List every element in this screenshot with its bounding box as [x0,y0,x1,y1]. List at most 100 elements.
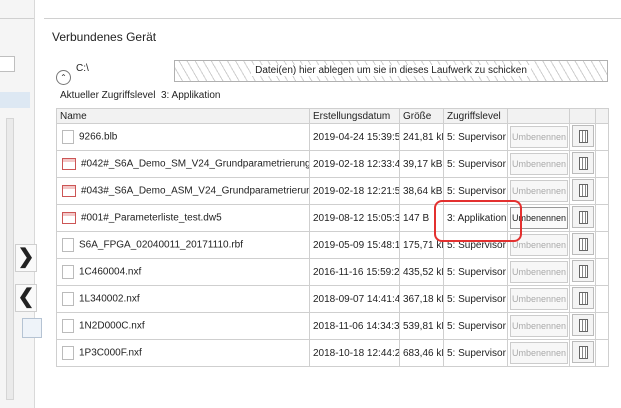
trash-icon[interactable] [572,313,594,336]
row-spacer [595,150,609,178]
left-panel-scrollbar[interactable] [6,118,14,400]
dw5-file-icon [62,185,76,197]
table-row[interactable]: S6A_FPGA_02040011_20171110.rbf 2019-05-09… [56,231,609,259]
column-header-date[interactable]: Erstellungsdatum [309,108,400,124]
file-name-cell[interactable]: 1L340002.nxf [56,285,310,313]
table-row[interactable]: #001#_Parameterliste_test.dw5 2019-08-12 … [56,204,609,232]
column-header-rename [507,108,570,124]
trash-icon[interactable] [572,286,594,309]
delete-cell [569,339,596,367]
file-icon [62,319,74,333]
divider [44,18,621,19]
column-header-size[interactable]: Größe [399,108,444,124]
rename-cell: Umbenennen [507,312,570,340]
created-date: 2019-08-12 15:05:34 [309,204,400,232]
section-title: Verbundenes Gerät [52,30,157,44]
rename-button: Umbenennen [510,126,568,148]
row-spacer [595,204,609,232]
created-date: 2019-05-09 15:48:10 [309,231,400,259]
row-spacer [595,339,609,367]
file-drop-zone[interactable]: Datei(en) hier ablegen um sie in dieses … [174,60,608,82]
table-row[interactable]: 1P3C000F.nxf 2018-10-18 12:44:20683,46 kB… [56,339,609,367]
file-name-cell[interactable]: 1C460004.nxf [56,258,310,286]
created-date: 2019-04-24 15:39:52 [309,123,400,151]
table-row[interactable]: #043#_S6A_Demo_ASM_V24_Grundparametrieru… [56,177,609,205]
file-size: 39,17 kB [399,150,444,178]
file-name-cell[interactable]: #001#_Parameterliste_test.dw5 [56,204,310,232]
file-name-cell[interactable]: S6A_FPGA_02040011_20171110.rbf [56,231,310,259]
trash-icon[interactable] [572,205,594,228]
left-panel-field[interactable] [0,56,15,72]
up-directory-button[interactable]: ⌃ [56,70,71,85]
trash-icon[interactable] [572,259,594,282]
table-row[interactable]: #042#_S6A_Demo_SM_V24_Grundparametrierun… [56,150,609,178]
left-panel-selection[interactable] [0,92,30,108]
file-icon [62,265,74,279]
divider [0,18,34,19]
rename-cell: Umbenennen [507,258,570,286]
table-row[interactable]: 1L340002.nxf 2018-09-07 14:41:42367,18 kB… [56,285,609,313]
column-header-spacer [595,108,609,124]
column-header-access-level[interactable]: Zugriffslevel [443,108,508,124]
column-header-name[interactable]: Name [56,108,310,124]
file-name: #042#_S6A_Demo_SM_V24_Grundparametrierun… [81,158,310,170]
file-size: 539,81 kB [399,312,444,340]
table-header: Name Erstellungsdatum Größe Zugriffsleve… [56,108,609,124]
access-level-display: Aktueller Zugriffslevel 3: Applikation [60,90,220,101]
delete-cell [569,177,596,205]
file-size: 241,81 kB [399,123,444,151]
table-row[interactable]: 1C460004.nxf 2016-11-16 15:59:28435,52 kB… [56,258,609,286]
row-spacer [595,312,609,340]
dw5-file-icon [62,158,76,170]
file-name-cell[interactable]: 9266.blb [56,123,310,151]
created-date: 2019-02-18 12:33:42 [309,150,400,178]
access-level: 5: Supervisor [443,150,508,178]
file-name: S6A_FPGA_02040011_20171110.rbf [79,239,244,251]
file-name: #043#_S6A_Demo_ASM_V24_Grundparametrieru… [81,185,309,197]
refresh-icon[interactable] [22,318,42,338]
file-name-cell[interactable]: 1P3C000F.nxf [56,339,310,367]
row-spacer [595,285,609,313]
file-icon [62,292,74,306]
file-name-cell[interactable]: #042#_S6A_Demo_SM_V24_Grundparametrierun… [56,150,310,178]
file-name: 9266.blb [79,131,118,143]
annotation-highlight [434,200,522,242]
transfer-left-button[interactable]: ❮ [15,284,37,312]
access-level: 5: Supervisor [443,339,508,367]
file-name: 1N2D000C.nxf [79,320,145,332]
file-name: 1C460004.nxf [79,266,142,278]
row-spacer [595,231,609,259]
access-level-value: 3: Applikation [160,90,221,101]
delete-cell [569,204,596,232]
trash-icon[interactable] [572,124,594,147]
file-name-cell[interactable]: #043#_S6A_Demo_ASM_V24_Grundparametrieru… [56,177,310,205]
trash-icon[interactable] [572,340,594,363]
delete-cell [569,258,596,286]
access-level-label: Aktueller Zugriffslevel [60,90,156,101]
file-name-cell[interactable]: 1N2D000C.nxf [56,312,310,340]
access-level: 5: Supervisor [443,258,508,286]
access-level: 5: Supervisor [443,123,508,151]
file-size: 683,46 kB [399,339,444,367]
rename-button: Umbenennen [510,153,568,175]
row-spacer [595,123,609,151]
delete-cell [569,123,596,151]
trash-icon[interactable] [572,151,594,174]
delete-cell [569,312,596,340]
file-icon [62,130,74,144]
trash-icon[interactable] [572,232,594,255]
created-date: 2018-09-07 14:41:42 [309,285,400,313]
transfer-right-button[interactable]: ❯ [15,244,37,272]
file-icon [62,346,74,360]
row-spacer [595,177,609,205]
table-row[interactable]: 9266.blb 2019-04-24 15:39:52241,81 kB5: S… [56,123,609,151]
file-name: 1L340002.nxf [79,293,140,305]
rename-button: Umbenennen [510,342,568,364]
delete-cell [569,285,596,313]
table-row[interactable]: 1N2D000C.nxf 2018-11-06 14:34:32539,81 kB… [56,312,609,340]
drop-zone-text: Datei(en) hier ablegen um sie in dieses … [251,65,531,76]
file-size: 367,18 kB [399,285,444,313]
trash-icon[interactable] [572,178,594,201]
rename-button: Umbenennen [510,261,568,283]
rename-cell: Umbenennen [507,123,570,151]
